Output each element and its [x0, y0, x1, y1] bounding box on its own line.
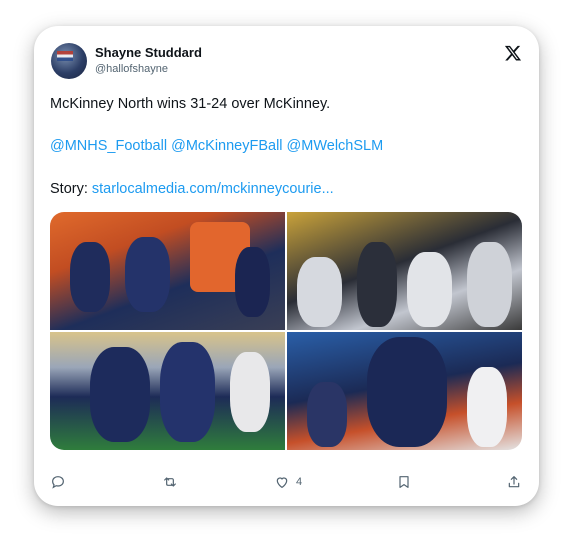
reply-icon: [52, 476, 64, 489]
tweet-text: McKinney North wins 31-24 over McKinney.: [50, 96, 331, 112]
tweet-story-line: Story: starlocalmedia.com/mckinneycourie…: [50, 180, 520, 198]
story-link[interactable]: starlocalmedia.com/mckinneycourie...: [92, 181, 334, 197]
heart-icon: [276, 477, 288, 489]
media-grid: [50, 212, 522, 450]
like-count: 4: [296, 476, 303, 488]
author-handle[interactable]: @hallofshayne: [95, 63, 168, 75]
share-button[interactable]: [506, 470, 522, 494]
reply-button[interactable]: [50, 470, 66, 494]
media-photo[interactable]: [287, 212, 522, 330]
author-name[interactable]: Shayne Studdard: [95, 45, 202, 60]
tweet-card: Shayne Studdard @hallofshayne McKinney N…: [34, 26, 539, 506]
avatar[interactable]: [51, 43, 87, 79]
bookmark-icon: [399, 476, 409, 488]
mention-link[interactable]: @MWelchSLM: [287, 138, 384, 154]
x-logo-icon[interactable]: [504, 44, 522, 62]
retweet-icon: [164, 477, 176, 487]
tweet-actions: 4: [50, 470, 522, 494]
mention-link[interactable]: @McKinneyFBall: [171, 138, 282, 154]
bookmark-button[interactable]: [396, 470, 412, 494]
retweet-button[interactable]: [162, 470, 178, 494]
tweet-mentions: @MNHS_Football @McKinneyFBall @MWelchSLM: [50, 137, 520, 155]
share-icon: [508, 476, 520, 488]
media-photo[interactable]: [50, 212, 285, 330]
mention-link[interactable]: @MNHS_Football: [50, 138, 167, 154]
like-button[interactable]: 4: [274, 470, 302, 494]
media-photo[interactable]: [287, 332, 522, 450]
story-label: Story:: [50, 181, 92, 197]
media-photo[interactable]: [50, 332, 285, 450]
